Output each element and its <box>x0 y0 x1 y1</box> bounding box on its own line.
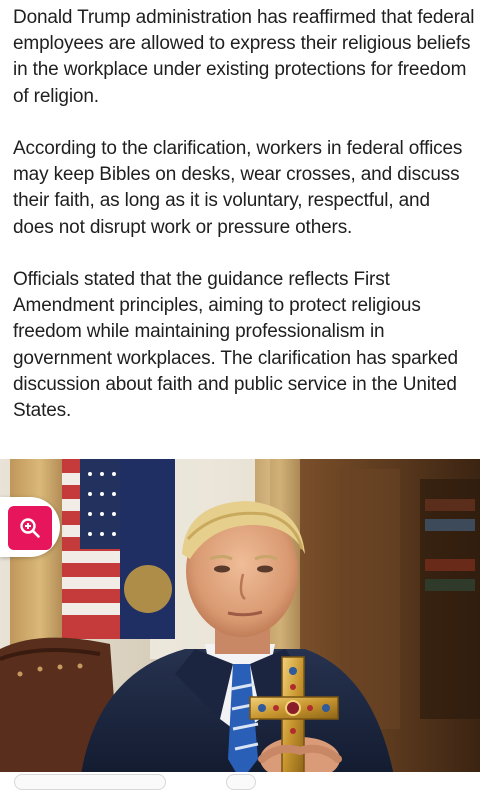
article-photo-illustration <box>0 459 480 781</box>
bottom-action-dot[interactable] <box>226 774 256 790</box>
zoom-in-icon <box>20 518 40 538</box>
bottom-action-pill[interactable] <box>14 774 166 790</box>
zoom-in-button[interactable] <box>8 506 52 550</box>
article-photo[interactable] <box>0 459 480 781</box>
article-paragraph: Donald Trump administration has reaffirm… <box>13 7 475 107</box>
article-paragraph: Officials stated that the guidance refle… <box>13 269 458 422</box>
article-paragraph: According to the clarification, workers … <box>13 138 463 238</box>
article-body: Donald Trump administration has reaffirm… <box>13 5 475 450</box>
